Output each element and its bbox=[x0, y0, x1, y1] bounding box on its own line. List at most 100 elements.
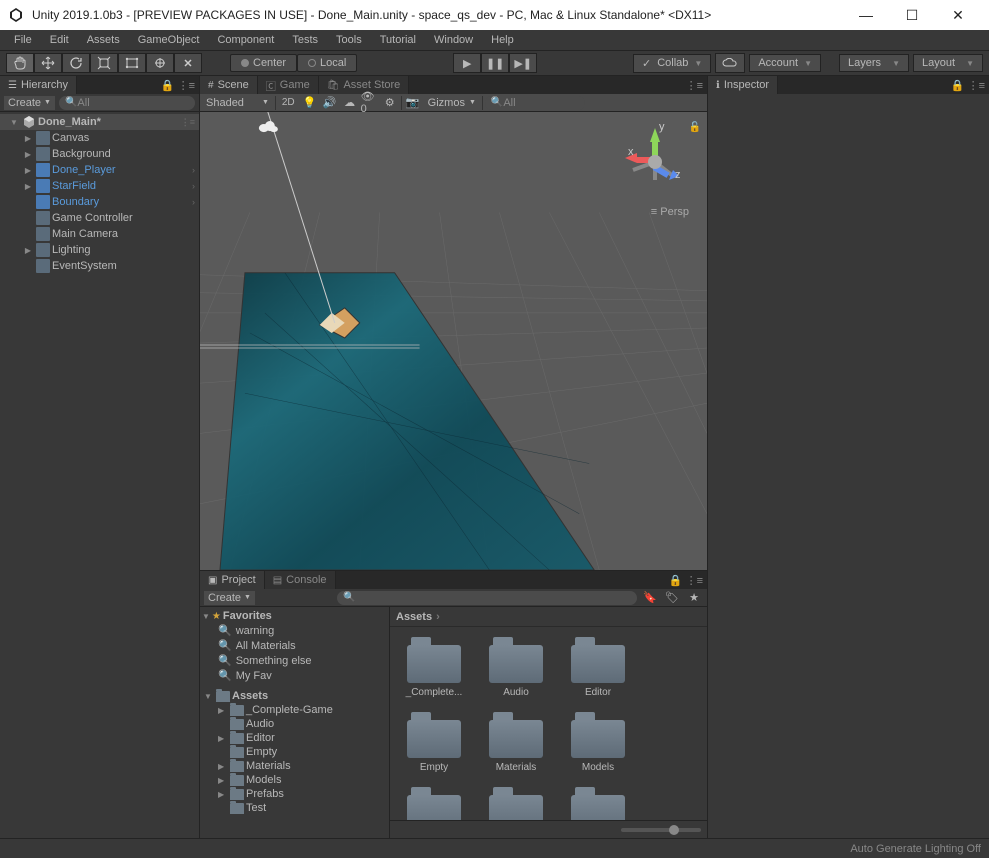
hierarchy-item[interactable]: EventSystem bbox=[0, 258, 199, 274]
asset-item[interactable]: Prefabs bbox=[400, 787, 468, 820]
project-tab-menu[interactable]: 🔒 ⋮≡ bbox=[665, 574, 707, 587]
menu-edit[interactable]: Edit bbox=[42, 32, 77, 48]
filter-icon[interactable]: 🔖 bbox=[641, 590, 659, 606]
icon-size-slider[interactable] bbox=[621, 828, 701, 832]
move-tool-button[interactable] bbox=[34, 53, 62, 73]
hierarchy-create-button[interactable]: Create▼ bbox=[4, 96, 55, 110]
folder-item[interactable]: ▶Materials bbox=[200, 759, 389, 773]
scale-tool-button[interactable] bbox=[90, 53, 118, 73]
gizmo-lock-icon[interactable]: 🔓 bbox=[689, 122, 701, 133]
tab-hierarchy[interactable]: ☰Hierarchy bbox=[0, 76, 77, 94]
menu-assets[interactable]: Assets bbox=[79, 32, 128, 48]
gizmo-toggle-icon[interactable]: ⚙ bbox=[381, 95, 399, 111]
lighting-toggle-icon[interactable]: 💡 bbox=[301, 95, 319, 111]
custom-tool-button[interactable] bbox=[174, 53, 202, 73]
tab-console[interactable]: ▤Console bbox=[265, 571, 336, 589]
type-filter-icon[interactable]: 🏷 bbox=[663, 590, 681, 606]
hierarchy-item[interactable]: ▶Background bbox=[0, 146, 199, 162]
rect-tool-button[interactable] bbox=[118, 53, 146, 73]
menu-tutorial[interactable]: Tutorial bbox=[372, 32, 424, 48]
maximize-button[interactable]: ☐ bbox=[889, 0, 935, 30]
favorite-item[interactable]: 🔍My Fav bbox=[200, 668, 389, 683]
asset-item[interactable]: Test bbox=[482, 787, 550, 820]
hierarchy-item[interactable]: Main Camera bbox=[0, 226, 199, 242]
menu-tools[interactable]: Tools bbox=[328, 32, 370, 48]
rotate-tool-button[interactable] bbox=[62, 53, 90, 73]
folder-item[interactable]: ▶_Complete-Game bbox=[200, 703, 389, 717]
orientation-gizmo[interactable]: x y z bbox=[615, 120, 695, 200]
play-button[interactable]: ▶ bbox=[453, 53, 481, 73]
scene-viewport[interactable]: x y z ≡ Persp 🔓 bbox=[200, 112, 707, 570]
tab-project[interactable]: ▣Project bbox=[200, 571, 265, 589]
layers-dropdown[interactable]: Layers▼ bbox=[839, 54, 909, 72]
asset-item[interactable]: Empty bbox=[400, 712, 468, 773]
menu-tests[interactable]: Tests bbox=[284, 32, 326, 48]
close-button[interactable]: ✕ bbox=[935, 0, 981, 30]
asset-item[interactable]: Editor bbox=[564, 637, 632, 698]
projection-label[interactable]: ≡ Persp bbox=[651, 206, 689, 218]
tab-game[interactable]: 🄲Game bbox=[258, 76, 319, 94]
scene-search[interactable]: 🔍All bbox=[485, 96, 585, 110]
hierarchy-item[interactable]: ▶Canvas bbox=[0, 130, 199, 146]
favorite-item[interactable]: 🔍Something else bbox=[200, 653, 389, 668]
menu-help[interactable]: Help bbox=[483, 32, 522, 48]
hierarchy-scene-row[interactable]: ▼ Done_Main* ⋮≡ bbox=[0, 114, 199, 130]
inspector-tab-menu[interactable]: 🔒 ⋮≡ bbox=[947, 79, 989, 92]
hierarchy-tab-menu[interactable]: 🔒 ⋮≡ bbox=[157, 79, 199, 92]
pivot-center-toggle[interactable]: Center bbox=[230, 54, 297, 72]
hierarchy-item[interactable]: Boundary› bbox=[0, 194, 199, 210]
lighting-status[interactable]: Auto Generate Lighting Off bbox=[850, 843, 981, 855]
favorite-item[interactable]: 🔍warning bbox=[200, 623, 389, 638]
collab-dropdown[interactable]: ✓Collab▼ bbox=[633, 54, 711, 73]
folder-item[interactable]: Empty bbox=[200, 745, 389, 759]
unity-scene-icon bbox=[22, 115, 36, 129]
hand-tool-button[interactable] bbox=[6, 53, 34, 73]
assets-root-folder[interactable]: ▼Assets bbox=[200, 689, 389, 703]
2d-toggle[interactable]: 2D bbox=[278, 96, 299, 109]
step-button[interactable]: ▶❚ bbox=[509, 53, 537, 73]
hidden-toggle-icon[interactable]: 👁0 bbox=[361, 95, 379, 111]
asset-item[interactable]: Textures bbox=[564, 787, 632, 820]
menu-file[interactable]: File bbox=[6, 32, 40, 48]
menu-component[interactable]: Component bbox=[209, 32, 282, 48]
transform-tool-button[interactable] bbox=[146, 53, 174, 73]
layout-dropdown[interactable]: Layout▼ bbox=[913, 54, 983, 72]
hierarchy-search[interactable]: 🔍All bbox=[59, 96, 195, 110]
scene-tab-menu[interactable]: ⋮≡ bbox=[682, 79, 707, 92]
audio-toggle-icon[interactable]: 🔊 bbox=[321, 95, 339, 111]
hierarchy-item[interactable]: ▶Done_Player› bbox=[0, 162, 199, 178]
menu-window[interactable]: Window bbox=[426, 32, 481, 48]
camera-icon[interactable]: 📷 bbox=[404, 95, 422, 111]
folder-icon bbox=[489, 712, 543, 758]
project-create-button[interactable]: Create▼ bbox=[204, 591, 255, 605]
favorite-item[interactable]: 🔍All Materials bbox=[200, 638, 389, 653]
folder-item[interactable]: ▶Editor bbox=[200, 731, 389, 745]
pivot-local-toggle[interactable]: Local bbox=[297, 54, 357, 72]
folder-item[interactable]: Test bbox=[200, 801, 389, 815]
tab-scene[interactable]: #Scene bbox=[200, 76, 258, 94]
favorites-header[interactable]: ▼★Favorites bbox=[200, 609, 389, 623]
pause-button[interactable]: ❚❚ bbox=[481, 53, 509, 73]
asset-item[interactable]: _Complete... bbox=[400, 637, 468, 698]
breadcrumb[interactable]: Assets› bbox=[390, 607, 707, 627]
draw-mode-dropdown[interactable]: Shaded▼ bbox=[202, 96, 273, 110]
folder-item[interactable]: Audio bbox=[200, 717, 389, 731]
menu-gameobject[interactable]: GameObject bbox=[130, 32, 208, 48]
project-search[interactable]: 🔍 bbox=[337, 591, 637, 605]
account-dropdown[interactable]: Account▼ bbox=[749, 54, 821, 72]
minimize-button[interactable]: — bbox=[843, 0, 889, 30]
hierarchy-item[interactable]: Game Controller bbox=[0, 210, 199, 226]
scene-context-icon[interactable]: ⋮≡ bbox=[181, 117, 199, 128]
fx-toggle-icon[interactable]: ☁ bbox=[341, 95, 359, 111]
hierarchy-item[interactable]: ▶StarField› bbox=[0, 178, 199, 194]
asset-item[interactable]: Audio bbox=[482, 637, 550, 698]
gizmos-dropdown[interactable]: Gizmos▼ bbox=[424, 96, 480, 110]
tab-inspector[interactable]: ℹInspector bbox=[708, 76, 778, 94]
asset-item[interactable]: Models bbox=[564, 712, 632, 773]
cloud-button[interactable] bbox=[715, 53, 745, 73]
asset-item[interactable]: Materials bbox=[482, 712, 550, 773]
favorite-icon[interactable]: ★ bbox=[685, 590, 703, 606]
hierarchy-item[interactable]: ▶Lighting bbox=[0, 242, 199, 258]
folder-item[interactable]: ▶Prefabs bbox=[200, 787, 389, 801]
folder-item[interactable]: ▶Models bbox=[200, 773, 389, 787]
